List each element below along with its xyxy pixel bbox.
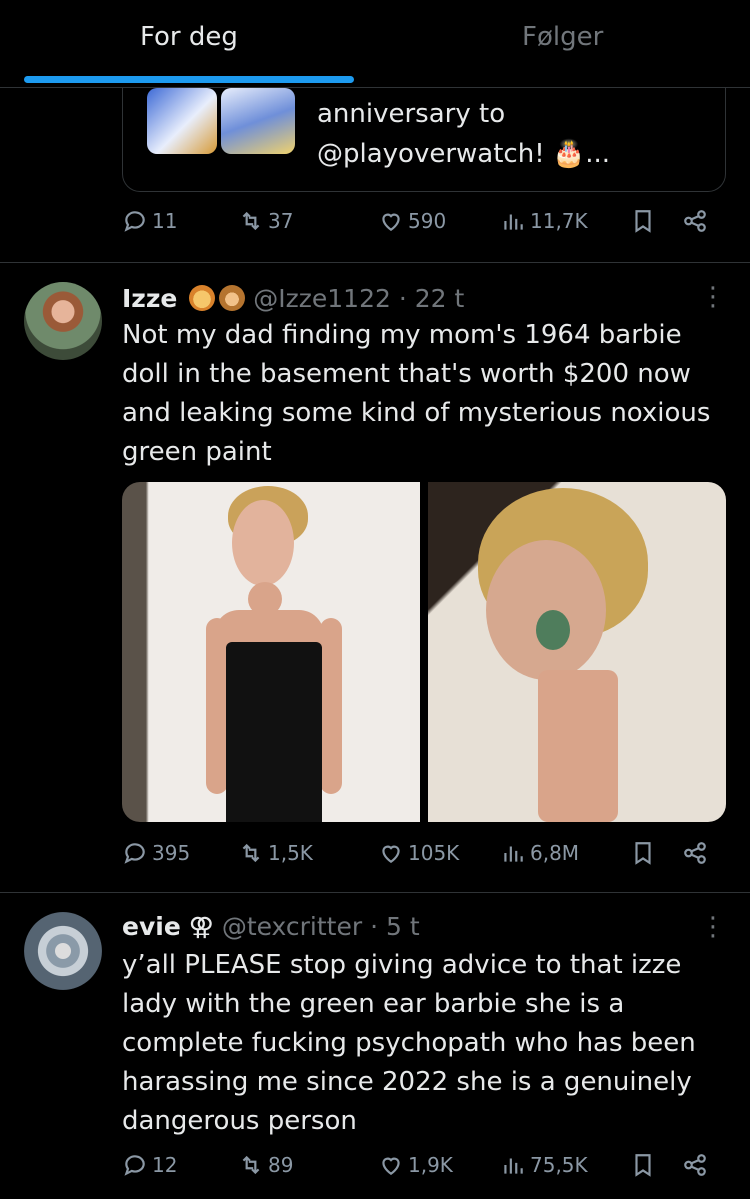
quoted-media-thumbnail — [147, 88, 217, 154]
views-bar-chart-icon — [504, 1158, 523, 1174]
bookmark-icon — [635, 842, 651, 865]
tweet-header: evie ⚢ @texcritter · 5 t — [122, 912, 420, 941]
views-bar-chart-icon — [504, 214, 523, 230]
active-tab-indicator — [24, 76, 354, 83]
like-button[interactable]: 590 — [378, 208, 446, 234]
display-name[interactable]: Izze — [122, 284, 177, 313]
reply-button[interactable]: 12 — [122, 1152, 177, 1178]
doll-neck — [538, 670, 618, 822]
reply-icon — [124, 1155, 145, 1176]
doll-face — [232, 500, 294, 586]
heart-icon — [382, 1157, 400, 1175]
like-button[interactable]: 1,9K — [378, 1152, 453, 1178]
tweet-text: Not my dad finding my mom's 1964 barbie … — [122, 320, 711, 467]
views-count: 6,8M — [530, 841, 580, 865]
timestamp[interactable]: · 5 t — [370, 912, 420, 941]
more-options-icon[interactable]: ⋮ — [700, 282, 726, 312]
name-symbol: ⚢ — [188, 912, 214, 941]
reply-icon — [124, 843, 145, 864]
bookmark-icon — [635, 210, 651, 233]
tweet-text: y’all PLEASE stop giving advice to that … — [122, 950, 696, 1136]
views-button[interactable]: 11,7K — [500, 208, 588, 234]
quoted-tweet-card[interactable]: anniversary to @playoverwatch! 🎂... — [122, 70, 726, 192]
tab-following[interactable]: Følger — [522, 22, 603, 52]
retweet-button[interactable]: 89 — [238, 1152, 293, 1178]
tweet-actions: 11 37 590 11,7K — [122, 208, 726, 248]
tweet-header: Izze @Izze1122 · 22 t — [122, 284, 464, 313]
tweet-divider — [0, 262, 750, 263]
retweet-count: 89 — [268, 1153, 294, 1177]
doll-photo-front[interactable] — [122, 482, 420, 822]
views-count: 75,5K — [530, 1153, 588, 1177]
doll-arm — [206, 618, 228, 794]
tab-for-you[interactable]: For deg — [140, 22, 238, 52]
views-button[interactable]: 6,8M — [500, 840, 579, 866]
reply-count: 12 — [152, 1153, 178, 1177]
like-button[interactable]: 105K — [378, 840, 459, 866]
user-handle[interactable]: @texcritter — [222, 912, 362, 941]
retweet-icon — [242, 1155, 260, 1175]
bear-emoji-icon — [219, 285, 246, 311]
lion-emoji-icon — [189, 285, 216, 311]
timestamp[interactable]: · 22 t — [399, 284, 464, 313]
share-button[interactable] — [682, 208, 708, 234]
like-count: 590 — [408, 209, 447, 233]
bookmark-button[interactable] — [630, 1152, 656, 1178]
retweet-count: 37 — [268, 209, 294, 233]
display-name[interactable]: evie — [122, 912, 181, 941]
timeline-tabs: For deg Følger — [0, 0, 750, 88]
doll-arm — [320, 618, 342, 794]
retweet-icon — [242, 211, 260, 231]
avatar[interactable] — [24, 912, 102, 990]
reply-button[interactable]: 395 — [122, 840, 190, 866]
views-button[interactable]: 75,5K — [500, 1152, 588, 1178]
share-icon — [684, 842, 706, 864]
share-button[interactable] — [682, 840, 708, 866]
quoted-media-thumbnail — [221, 88, 295, 154]
green-ear-stain — [536, 610, 570, 650]
reply-button[interactable]: 11 — [122, 208, 177, 234]
tweet-actions: 395 1,5K 105K 6,8M — [122, 840, 726, 880]
reply-count: 11 — [152, 209, 178, 233]
heart-icon — [382, 213, 400, 231]
bookmark-icon — [635, 1154, 651, 1177]
bookmark-button[interactable] — [630, 840, 656, 866]
share-button[interactable] — [682, 1152, 708, 1178]
avatar[interactable] — [24, 282, 102, 360]
views-count: 11,7K — [530, 209, 588, 233]
retweet-button[interactable]: 1,5K — [238, 840, 313, 866]
doll-black-dress — [226, 642, 322, 822]
retweet-count: 1,5K — [268, 841, 313, 865]
like-count: 1,9K — [408, 1153, 453, 1177]
reply-icon — [124, 211, 145, 232]
tweet-media[interactable] — [122, 482, 726, 822]
share-icon — [684, 210, 706, 232]
tweet-actions: 12 89 1,9K 75,5K — [122, 1152, 726, 1192]
reply-count: 395 — [152, 841, 191, 865]
more-options-icon[interactable]: ⋮ — [700, 912, 726, 942]
quoted-tweet-text: anniversary to @playoverwatch! 🎂... — [317, 99, 611, 169]
user-handle[interactable]: @Izze1122 — [253, 284, 391, 313]
doll-photo-side[interactable] — [428, 482, 726, 822]
share-icon — [684, 1154, 706, 1176]
like-count: 105K — [408, 841, 460, 865]
tweet-divider — [0, 892, 750, 893]
doll-face — [486, 540, 606, 680]
bookmark-button[interactable] — [630, 208, 656, 234]
views-bar-chart-icon — [504, 846, 523, 862]
heart-icon — [382, 845, 400, 863]
retweet-button[interactable]: 37 — [238, 208, 293, 234]
retweet-icon — [242, 843, 260, 863]
